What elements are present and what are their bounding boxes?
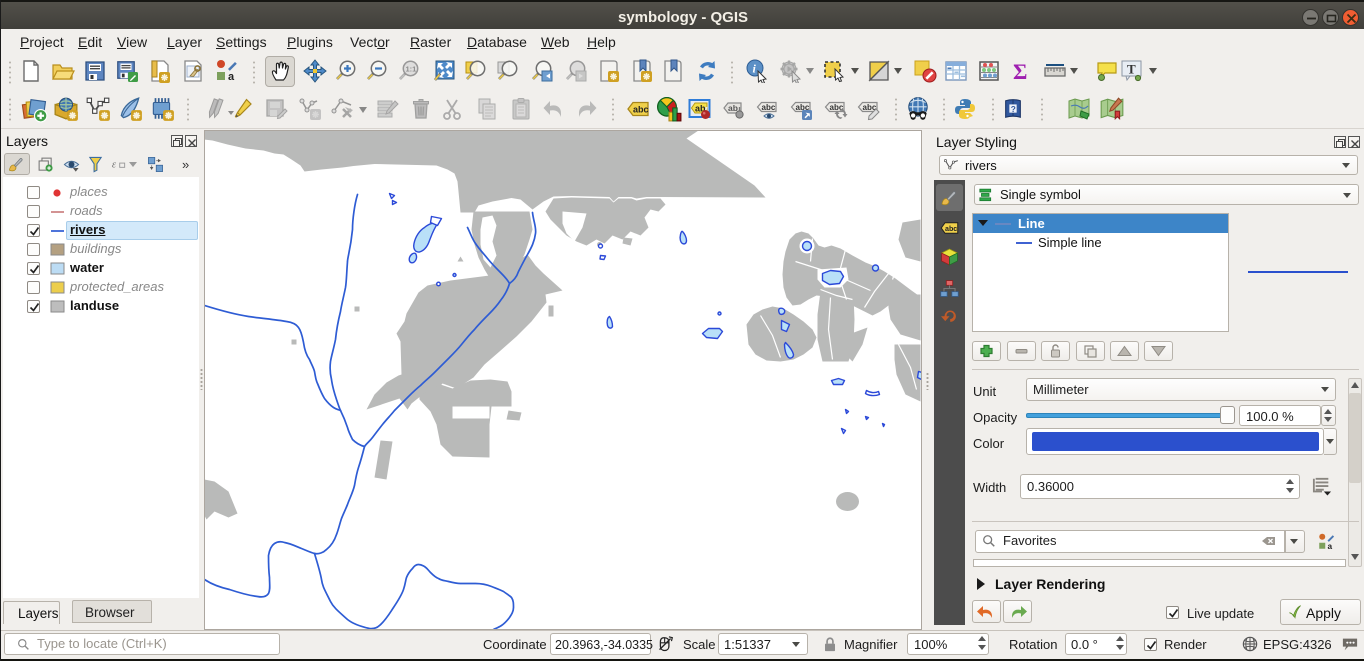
svg-text:a: a (1328, 542, 1333, 551)
svg-text:ε: ε (112, 159, 117, 170)
svg-text:abc: abc (945, 225, 957, 233)
